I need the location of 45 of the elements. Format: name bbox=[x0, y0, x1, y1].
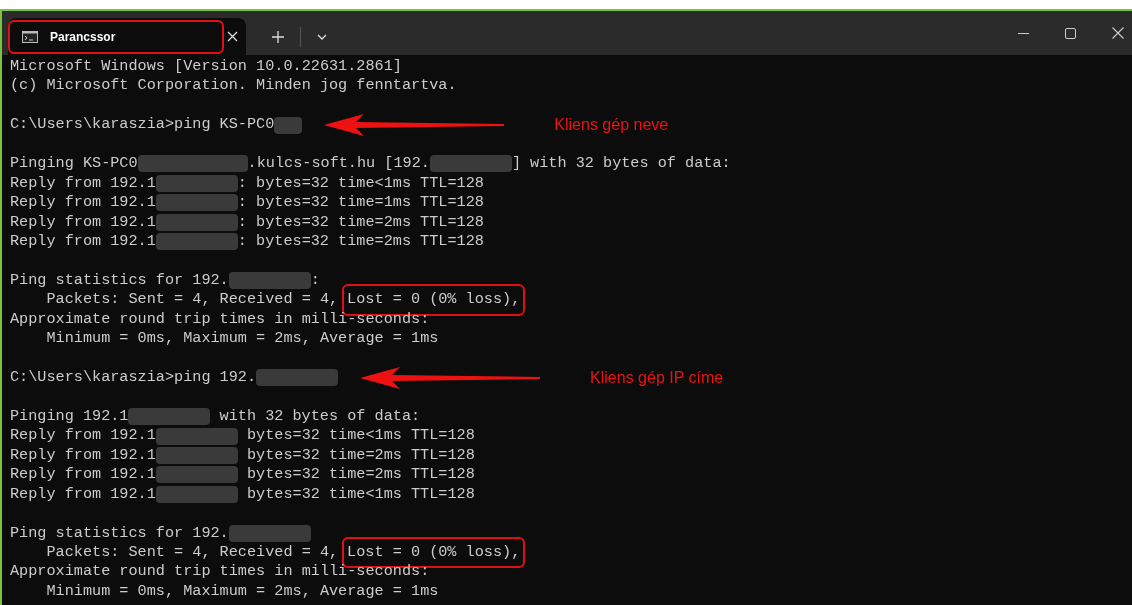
close-icon[interactable] bbox=[227, 31, 238, 42]
annotation-label: Kliens gép neve bbox=[554, 115, 669, 135]
terminal-text: Reply from 192.1 bbox=[10, 484, 156, 505]
tab[interactable]: Parancssor bbox=[8, 18, 246, 55]
terminal-text: bytes=32 time<1ms TTL=128 bbox=[245, 484, 475, 505]
terminal-text: : bytes=32 time<1ms TTL=128 bbox=[237, 173, 484, 194]
terminal-text: Ping statistics for 192. bbox=[10, 523, 229, 543]
terminal-text: Reply from 192.1 bbox=[10, 465, 156, 485]
terminal-text: Reply from 192.1 bbox=[10, 173, 156, 194]
terminal-text: with 32 bytes of data: bbox=[218, 406, 421, 427]
terminal-text: C:\Users\karaszia>ping 192. bbox=[10, 368, 257, 388]
terminal-text: Pinging KS-PC0 bbox=[10, 154, 138, 174]
terminal-text: Microsoft Windows [Version 10.0.22631.2861] bbox=[10, 57, 402, 77]
maximize-icon[interactable] bbox=[1065, 27, 1076, 39]
terminal-text: Reply from 192.1 bbox=[10, 193, 156, 213]
terminal-text: .kulcs-soft.hu [192. bbox=[247, 154, 430, 174]
terminal-text: Reply from 192.1 bbox=[10, 231, 156, 252]
terminal-text: : bbox=[310, 270, 320, 291]
terminal-text: : bytes=32 time=2ms TTL=128 bbox=[237, 231, 484, 252]
arrow-icon bbox=[324, 114, 505, 137]
terminal-text: Minimum = 0ms, Maximum = 2ms, Average = 1ms bbox=[45, 329, 439, 349]
terminal-icon bbox=[22, 30, 38, 43]
terminal-text: (c) Microsoft Corporation. Minden jog fenntartva. bbox=[10, 76, 457, 96]
terminal-text: Minimum = 0ms, Maximum = 2ms, Average = 1ms bbox=[45, 581, 439, 602]
terminal-text: : bytes=32 time=2ms TTL=128 bbox=[237, 212, 484, 232]
terminal-text: Packets: Sent = 4, Received = 4, bbox=[45, 290, 339, 310]
terminal-text: ] with 32 bytes of data: bbox=[511, 154, 731, 174]
terminal-text: Reply from 192.1 bbox=[10, 426, 156, 446]
terminal-text: : bytes=32 time=1ms TTL=128 bbox=[237, 193, 484, 213]
close-icon[interactable] bbox=[1112, 27, 1124, 39]
terminal-text: bytes=32 time=2ms TTL=128 bbox=[245, 445, 475, 466]
terminal-text: Reply from 192.1 bbox=[10, 212, 156, 232]
plus-icon[interactable] bbox=[272, 30, 284, 43]
chevron-down-icon[interactable] bbox=[317, 33, 327, 40]
terminal-text: Ping statistics for 192. bbox=[10, 270, 229, 291]
terminal-text: Reply from 192.1 bbox=[10, 445, 156, 466]
terminal-text: Pinging 192.1 bbox=[10, 406, 129, 427]
annotation-label: Kliens gép IP címe bbox=[590, 368, 724, 388]
terminal-text: bytes=32 time<1ms TTL=128 bbox=[245, 426, 475, 446]
tab-title: Parancssor bbox=[50, 28, 116, 46]
terminal-text: Packets: Sent = 4, Received = 4, bbox=[45, 542, 339, 563]
terminal-text: C:\Users\karaszia>ping KS-PC0 bbox=[10, 115, 275, 135]
terminal-text: bytes=32 time=2ms TTL=128 bbox=[245, 465, 475, 485]
blurred-block bbox=[274, 116, 303, 134]
arrow-icon bbox=[360, 366, 541, 389]
